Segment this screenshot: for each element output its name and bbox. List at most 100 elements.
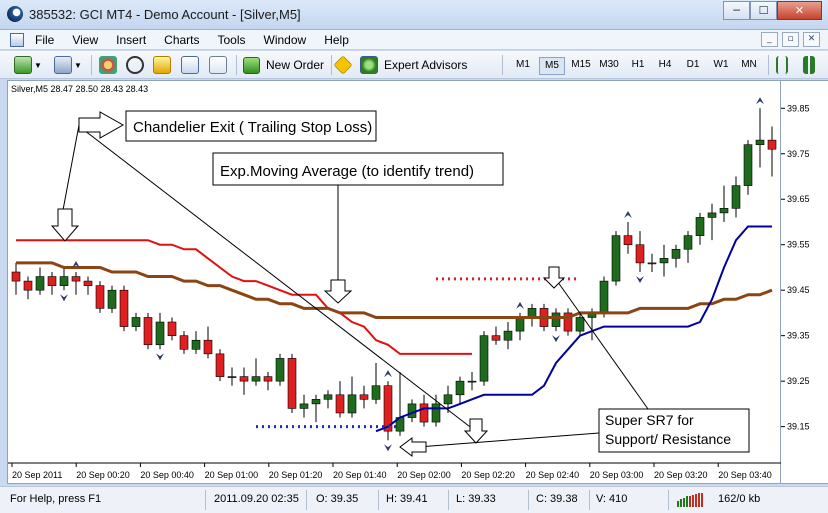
arrow-down-icon: [50, 208, 80, 242]
bear-candle-body: [491, 335, 501, 341]
bull-candle-body: [407, 403, 417, 418]
fractal-down-icon: [384, 444, 392, 452]
bear-candle-body: [419, 403, 429, 423]
ema-label: Exp.Moving Average (to identify trend): [220, 163, 474, 180]
toolbar-separator: [91, 55, 92, 75]
candle: [107, 285, 117, 313]
warning-button[interactable]: [333, 55, 353, 75]
mdi-restore-button[interactable]: ▫: [782, 32, 799, 47]
bear-candle-body: [95, 285, 105, 309]
terminal-button[interactable]: [181, 55, 199, 75]
bar-chart-icon: [776, 56, 788, 74]
maximize-button[interactable]: ☐: [750, 1, 777, 20]
new-chart-icon: [14, 56, 32, 74]
market-watch-icon: [99, 56, 117, 74]
menu-charts[interactable]: Charts: [164, 33, 199, 47]
menu-insert[interactable]: Insert: [116, 33, 146, 47]
bull-candle-body: [467, 380, 477, 383]
candle: [695, 212, 705, 245]
candle: [191, 331, 201, 354]
super-sr-label-line1: Super SR7 for: [605, 412, 694, 428]
fractal-down-icon: [156, 353, 164, 361]
y-tick-label: 39.45: [787, 285, 810, 295]
menu-view[interactable]: View: [72, 33, 98, 47]
candle: [671, 244, 681, 268]
terminal-icon: [181, 56, 199, 74]
bear-candle-body: [203, 339, 213, 355]
fractal-down-icon: [636, 276, 644, 283]
candle: [647, 253, 657, 272]
bull-candle-body: [371, 385, 381, 400]
candle: [611, 231, 621, 286]
mdi-close-button[interactable]: ✕: [803, 32, 820, 47]
expert-advisors-button[interactable]: Expert Advisors: [360, 55, 467, 75]
candle: [251, 358, 261, 386]
timeframe-m5[interactable]: M5: [539, 57, 565, 75]
fractal-up-icon: [516, 301, 524, 309]
new-chart-button[interactable]: ▼: [14, 55, 42, 75]
bull-candle-body: [503, 330, 513, 341]
bear-candle-body: [119, 289, 129, 327]
chandelier-pointer: [62, 124, 80, 211]
candle: [479, 331, 489, 386]
bear-candle-body: [359, 394, 369, 400]
profiles-button[interactable]: ▼: [54, 55, 82, 75]
strategy-tester-button[interactable]: [209, 55, 227, 75]
minimize-button[interactable]: ─: [723, 1, 750, 20]
timeframe-h4[interactable]: H4: [652, 57, 678, 73]
market-watch-button[interactable]: [99, 55, 117, 75]
status-open: O: 39.35: [316, 493, 359, 505]
bear-candle-body: [71, 276, 81, 282]
bull-candle-body: [155, 321, 165, 346]
bull-candle-body: [719, 208, 729, 214]
menu-tools[interactable]: Tools: [218, 33, 246, 47]
timeframe-mn[interactable]: MN: [736, 57, 762, 73]
candlestick-button[interactable]: [803, 55, 815, 75]
navigator-button[interactable]: [126, 55, 144, 75]
candle: [59, 267, 69, 291]
menu-help[interactable]: Help: [324, 33, 349, 47]
bear-candle-body: [623, 235, 633, 246]
status-traffic: 162/0 kb: [718, 493, 761, 505]
new-order-button[interactable]: New Order: [243, 55, 324, 75]
chart-area[interactable]: Silver,M5 28.47 28.50 28.43 28.43 Chande…: [7, 80, 782, 485]
timeframe-h1[interactable]: H1: [625, 57, 651, 73]
timeframe-w1[interactable]: W1: [708, 57, 734, 73]
bull-candle-body: [311, 399, 321, 405]
chart-header: Silver,M5 28.47 28.50 28.43 28.43: [11, 84, 148, 94]
bull-candle-body: [515, 317, 525, 332]
x-tick-label: 20 Sep 02:00: [397, 470, 451, 480]
close-button[interactable]: ✕: [777, 1, 822, 20]
price-chart[interactable]: Silver,M5 28.47 28.50 28.43 28.43 Chande…: [8, 81, 782, 485]
favorites-button[interactable]: [153, 55, 171, 75]
menu-window[interactable]: Window: [264, 33, 307, 47]
status-separator: [528, 490, 529, 510]
bull-candle-body: [191, 339, 201, 350]
x-tick-label: 20 Sep 00:40: [140, 470, 194, 480]
chart-window-icon[interactable]: [10, 33, 24, 47]
candle: [455, 376, 465, 404]
x-tick-label: 20 Sep 00:20: [76, 470, 130, 480]
candle: [503, 322, 513, 350]
bull-candle-body: [455, 380, 465, 396]
dropdown-arrow-icon: ▼: [34, 60, 42, 70]
bull-candle-body: [599, 280, 609, 314]
mdi-minimize-button[interactable]: _: [761, 32, 778, 47]
x-tick-label: 20 Sep 02:20: [461, 470, 515, 480]
timeframe-m15[interactable]: M15: [568, 57, 594, 73]
candle: [371, 362, 381, 404]
y-axis-ticks: 39.85 39.75 39.65 39.55 39.45 39.35 39.25 39.15: [781, 103, 810, 432]
candle: [347, 376, 357, 418]
title-bar: 385532: GCI MT4 - Demo Account - [Silver…: [0, 0, 828, 30]
candle: [707, 203, 717, 241]
status-high: H: 39.41: [386, 493, 428, 505]
arrow-left-icon: [399, 437, 427, 457]
menu-file[interactable]: File: [35, 33, 54, 47]
timeframe-m1[interactable]: M1: [510, 57, 536, 73]
candle: [11, 262, 21, 295]
bar-chart-button[interactable]: [776, 55, 788, 75]
status-separator: [668, 490, 669, 510]
timeframe-d1[interactable]: D1: [680, 57, 706, 73]
profiles-icon: [54, 56, 72, 74]
timeframe-m30[interactable]: M30: [596, 57, 622, 73]
